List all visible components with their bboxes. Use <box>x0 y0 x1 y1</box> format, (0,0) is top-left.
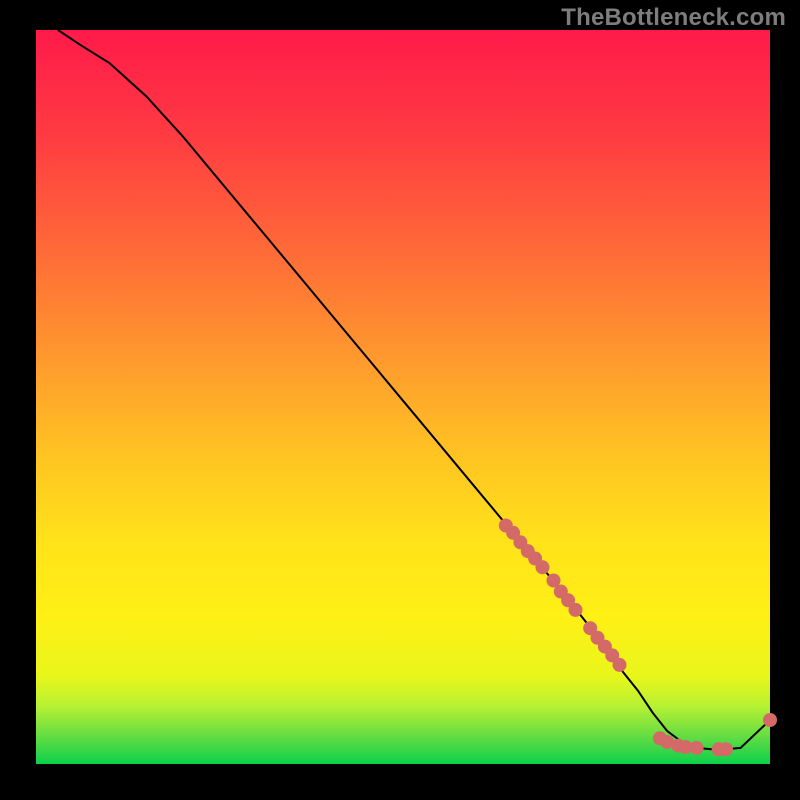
data-point <box>613 658 627 672</box>
data-point <box>763 713 777 727</box>
gradient-background <box>36 30 770 764</box>
watermark-text: TheBottleneck.com <box>561 4 786 32</box>
data-point <box>690 741 704 755</box>
data-point <box>719 742 733 756</box>
data-point <box>569 603 583 617</box>
chart-stage: TheBottleneck.com <box>0 0 800 800</box>
bottleneck-chart <box>0 0 800 800</box>
data-point <box>536 560 550 574</box>
